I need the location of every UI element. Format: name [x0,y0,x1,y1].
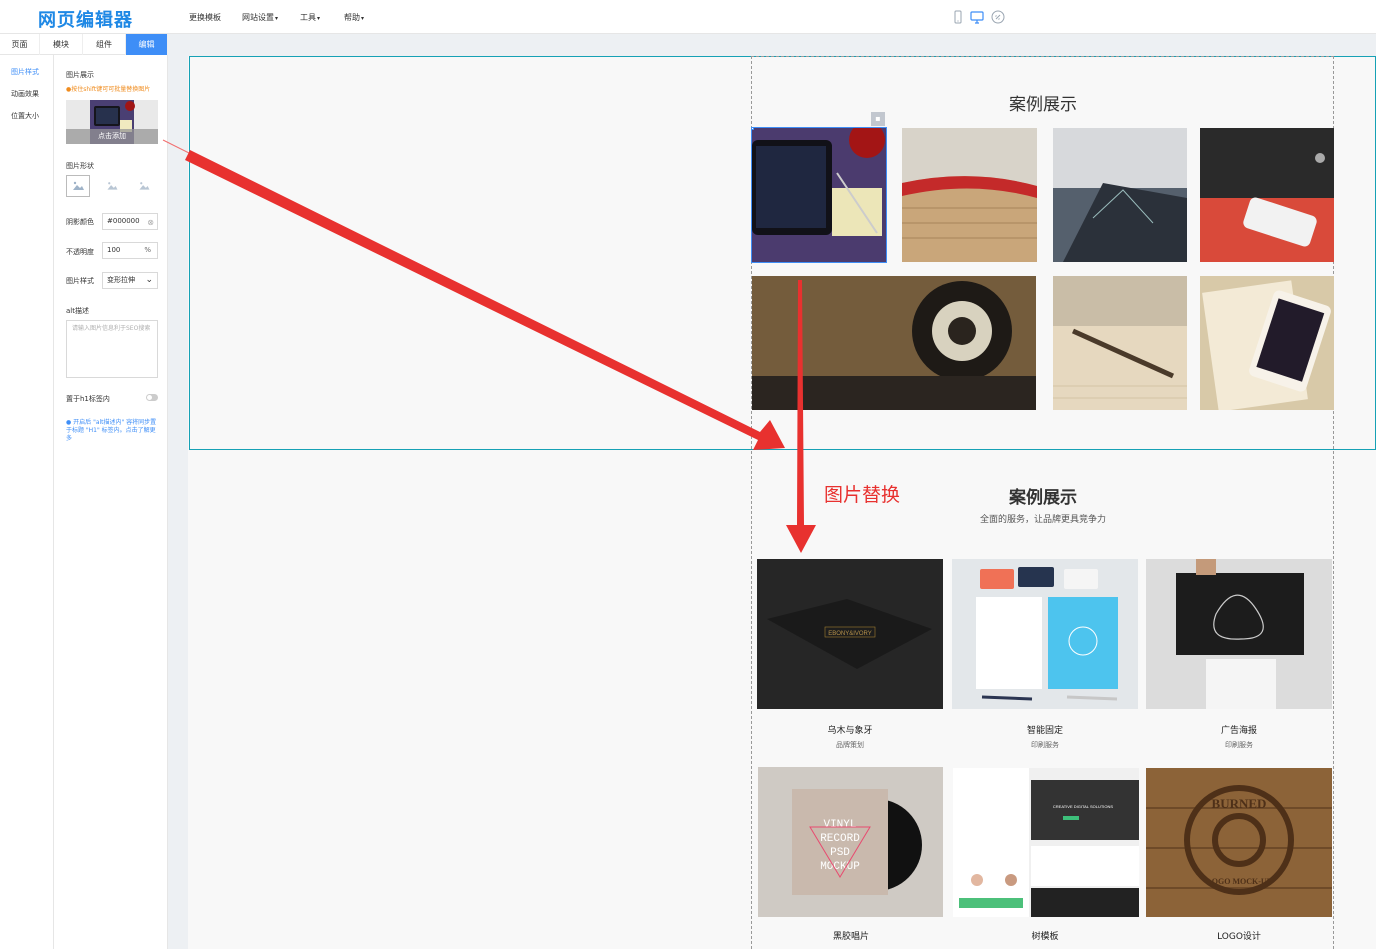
property-panel: 图片展示 ●按住shift键可可批量替换图片 点击添加 图片形状 阴影颜色 #0… [54,55,168,949]
section1-title: 案例展示 [1009,95,1077,115]
card-title: 黑胶唱片 [832,932,869,942]
card-title: 广告海报 [1220,726,1257,736]
card-title: 乌木与象牙 [827,726,873,736]
image-display-label: 图片展示 [66,71,94,79]
menu-help[interactable]: 帮助▾ [344,12,364,23]
section2-subtitle: 全面的服务，让品牌更具竞争力 [979,515,1106,525]
section2-title: 案例展示 [1009,488,1077,508]
vinyl-text: VINYL [823,819,856,831]
clear-icon[interactable]: ⊗ [147,215,154,230]
card-image-stationery[interactable] [952,559,1138,709]
ebony-ivory-text: EBONY&IVORY [828,631,872,637]
web-banner-text: CREATIVE DIGITAL SOLUTIONS [1053,804,1113,809]
card-image-ebony[interactable]: EBONY&IVORY [757,559,943,709]
chevron-down-icon: ⌄ [145,275,153,285]
alt-label: alt描述 [66,307,89,315]
opacity-label: 不透明度 [66,248,94,256]
nav-image-style[interactable]: 图片样式 [11,67,39,77]
vinyl-text: PSD [830,847,850,859]
vinyl-text: RECORD [820,833,860,845]
add-image-button[interactable]: 点击添加 [66,129,158,144]
chevron-down-icon: ▾ [361,15,365,22]
opacity-input[interactable]: 100 % [102,242,158,259]
gallery-image-tablet[interactable] [751,127,887,263]
percent-unit: % [144,246,151,254]
card-subtitle: 品牌策划 [836,741,864,749]
tab-module[interactable]: 模块 [40,34,83,55]
shift-hint: ●按住shift键可可批量替换图片 [66,86,151,93]
gallery-image-book[interactable] [902,128,1037,262]
tab-edit[interactable]: 编辑 [126,34,168,55]
delete-icon[interactable]: ▪ [871,112,885,126]
desktop-icon[interactable] [969,9,985,25]
logo-mockup-text: LOGO MOCK-UP [1206,877,1271,886]
card-title: 树模板 [1031,932,1059,942]
top-bar: 网页编辑器 更换模板 网站设置▾ 工具▾ 帮助▾ [0,0,1376,34]
image-preview[interactable]: 点击添加 [66,100,158,144]
gallery-image-pencil[interactable] [1053,276,1187,410]
image-style-select[interactable]: 变形拉伸 ⌄ [102,272,158,289]
h1-info: ● 开启后 "alt描述内" 容将同步置于标题 "H1" 标签内。点击了解更多 [66,419,157,442]
chevron-down-icon: ▾ [317,15,321,22]
image-shape-icon [73,181,84,190]
card-image-vinyl[interactable]: VINYL RECORD PSD MOCKUP [758,767,943,917]
shape-rounded-icon[interactable] [102,176,122,196]
image-style-label: 图片样式 [66,277,94,285]
h1-label: 置于h1标签内 [66,395,110,403]
card-subtitle: 印刷服务 [1225,741,1253,749]
card-title: LOGO设计 [1217,932,1261,942]
card-title: 智能固定 [1026,726,1063,736]
h1-toggle[interactable] [146,394,158,401]
shadow-color-input[interactable]: #000000 ⊗ [102,213,158,230]
tab-component[interactable]: 组件 [83,34,126,55]
chevron-down-icon: ▾ [275,15,279,22]
gallery-image-headphones[interactable] [752,276,1036,410]
alt-textarea[interactable]: 请输入图片信息利于SEO搜索 [66,320,158,378]
nav-position-size[interactable]: 位置大小 [11,111,39,121]
gallery-image-notebook[interactable] [1200,276,1334,410]
menu-site-settings[interactable]: 网站设置▾ [242,12,278,23]
app-logo: 网页编辑器 [38,10,133,31]
vinyl-text: MOCKUP [820,861,860,873]
shape-square-button[interactable] [66,175,90,197]
gallery-image-laptop[interactable] [1053,128,1187,262]
gallery-image-phone[interactable] [1200,128,1334,262]
card-image-poster[interactable] [1146,559,1332,709]
card-image-burned-logo[interactable]: BURNED LOGO MOCK-UP [1146,768,1332,917]
mobile-icon[interactable] [950,9,966,25]
card-image-web-template[interactable]: CREATIVE DIGITAL SOLUTIONS [953,768,1139,917]
burned-text: BURNED [1212,796,1267,811]
link-icon[interactable] [990,9,1006,25]
card-subtitle: 印刷服务 [1031,741,1059,749]
replace-annotation: 图片替换 [824,484,901,506]
shadow-color-label: 阴影颜色 [66,218,94,226]
menu-change-template[interactable]: 更换模板 [189,12,221,23]
tab-page[interactable]: 页面 [0,34,40,55]
nav-animation[interactable]: 动画效果 [11,89,39,99]
sidebar-tabs: 页面 模块 组件 编辑 [0,34,168,55]
shape-label: 图片形状 [66,162,94,170]
menu-tools[interactable]: 工具▾ [300,12,320,23]
left-nav: 图片样式 动画效果 位置大小 [0,55,54,949]
shape-circle-icon[interactable] [134,176,154,196]
